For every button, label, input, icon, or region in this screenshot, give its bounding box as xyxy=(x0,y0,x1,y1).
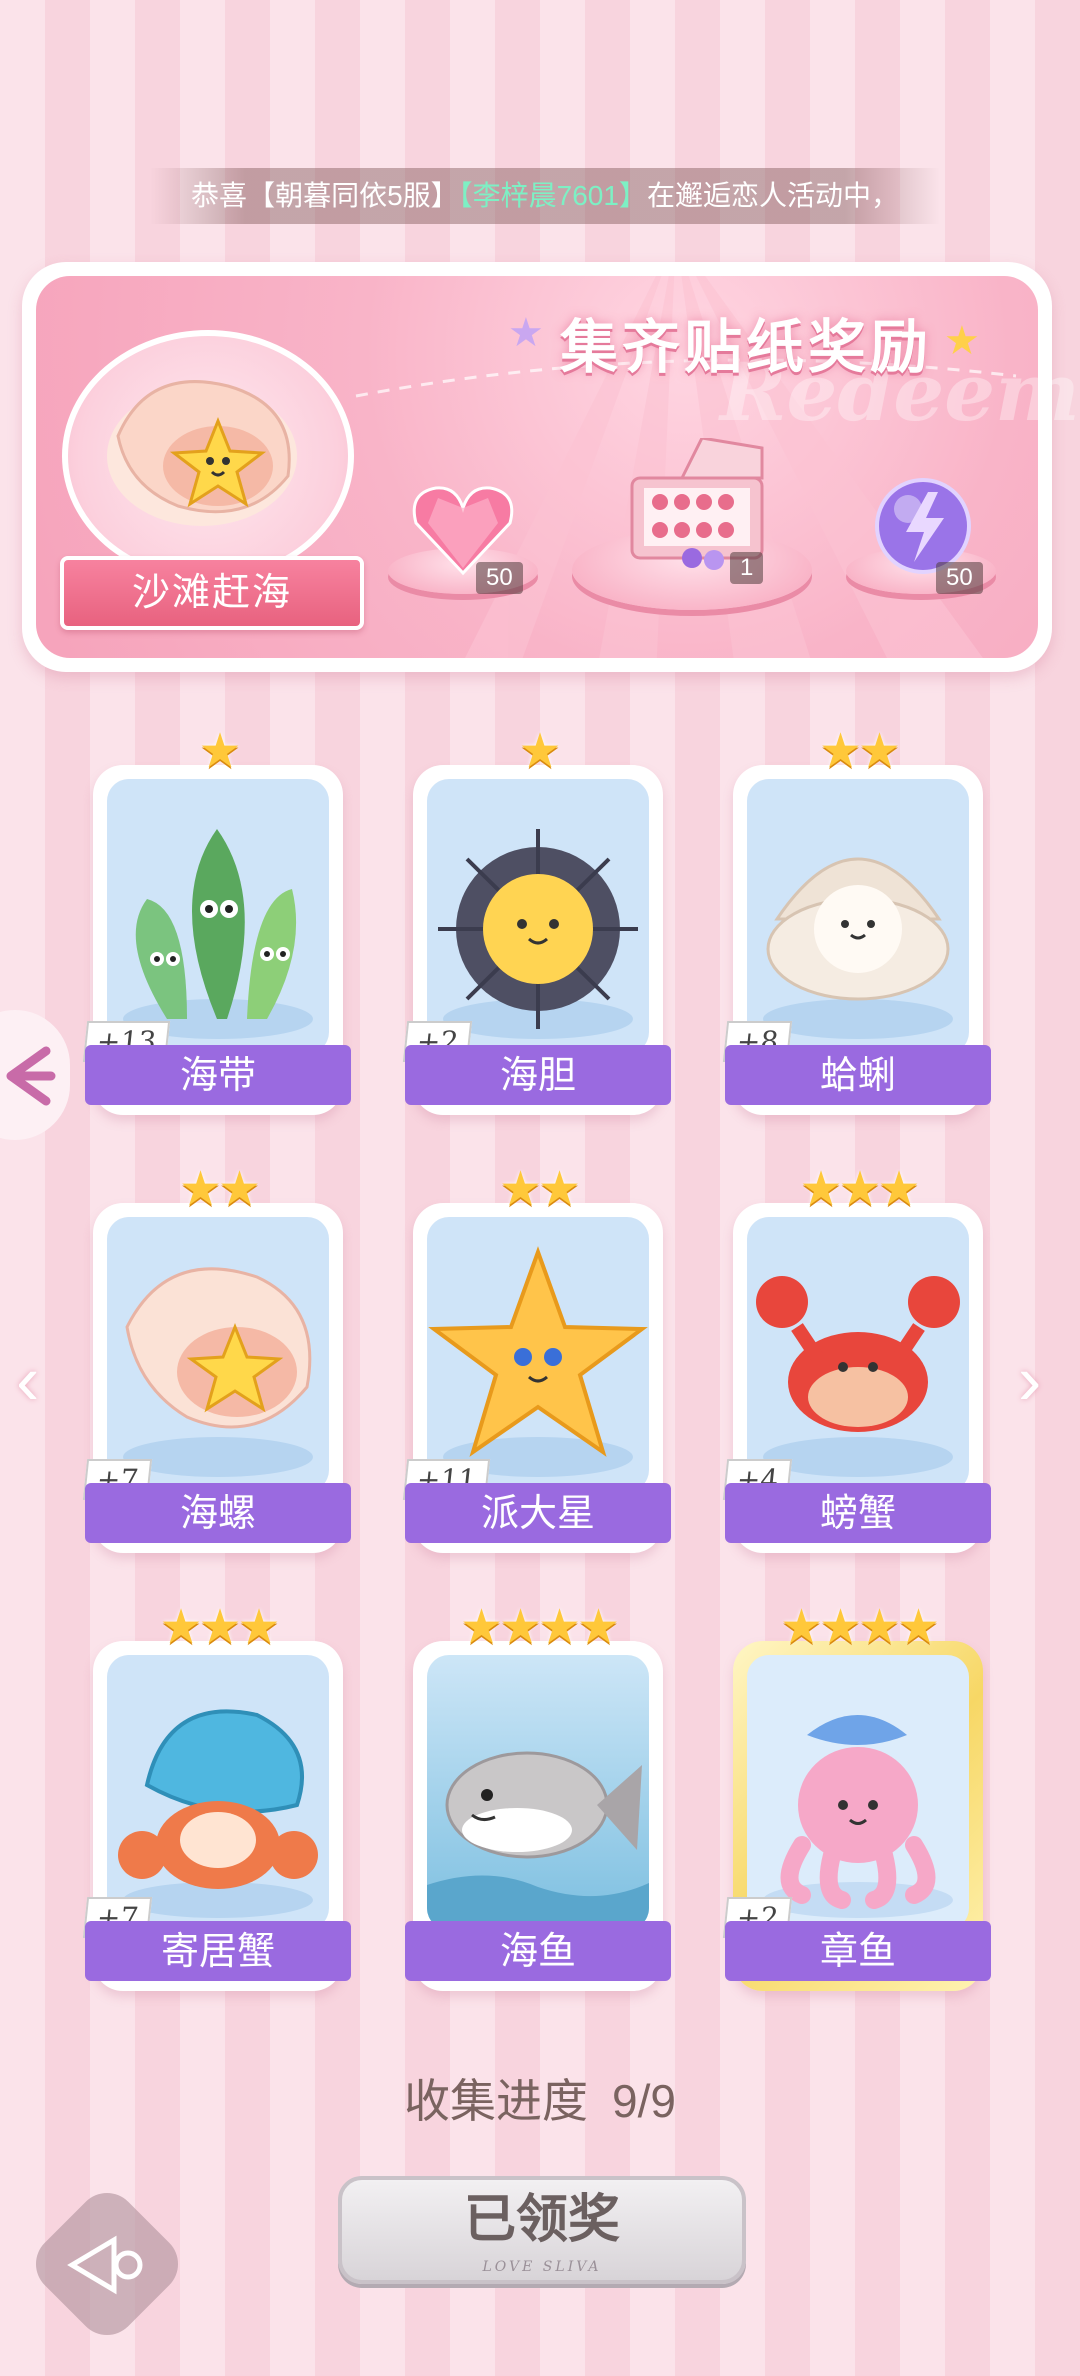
sticker-card[interactable]: ★ +13 海带 xyxy=(82,725,351,1115)
card-art xyxy=(107,1217,329,1492)
card-art xyxy=(427,1655,649,1930)
octopus-icon xyxy=(763,1715,953,1918)
sticker-card[interactable]: ★★ +11 派大星 xyxy=(402,1163,671,1553)
sea-urchin-icon xyxy=(438,829,638,1039)
reward-count: 50 xyxy=(476,562,523,594)
card-art xyxy=(747,1655,969,1930)
banner-title: 集齐贴纸奖励 xyxy=(560,315,933,380)
progress-value: 9/9 xyxy=(612,2075,676,2127)
card-art xyxy=(747,1217,969,1492)
rarity-stars: ★ xyxy=(518,725,561,778)
set-emblem-frame xyxy=(62,330,354,582)
sticker-card[interactable]: ★★★ +7 寄居蟹 xyxy=(82,1601,351,1991)
card-label: 寄居蟹 xyxy=(85,1921,351,1981)
claimed-label: 已领奖 xyxy=(463,2189,620,2250)
side-menu-tab[interactable] xyxy=(0,1010,70,1140)
card-art xyxy=(747,779,969,1054)
sticker-card[interactable]: ★★★★ +2 章鱼 xyxy=(722,1601,991,1991)
card-label: 海胆 xyxy=(405,1045,671,1105)
next-page-arrow[interactable]: › xyxy=(1018,1340,1041,1420)
collection-progress: 收集进度 9/9 xyxy=(0,2065,1080,2131)
rarity-stars: ★★ xyxy=(818,725,901,778)
card-art xyxy=(107,1655,329,1930)
progress-label: 收集进度 xyxy=(404,2075,589,2127)
set-name-ribbon: 沙滩赶海 xyxy=(60,556,364,630)
conch-icon xyxy=(123,1267,313,1477)
card-label: 海鱼 xyxy=(405,1921,671,1981)
conch-shell-icon xyxy=(107,380,297,526)
rarity-stars: ★★★ xyxy=(159,1601,280,1654)
marquee-prefix: 恭喜 xyxy=(191,180,248,211)
sticker-card[interactable]: ★ +2 海胆 xyxy=(402,725,671,1115)
prev-page-arrow[interactable]: ‹ xyxy=(16,1340,39,1420)
card-label: 螃蟹 xyxy=(725,1483,991,1543)
clam-icon xyxy=(763,857,953,1039)
reward-count: 50 xyxy=(936,562,983,594)
sticker-card[interactable]: ★★★★ 海鱼 xyxy=(405,1601,671,1991)
card-label: 海带 xyxy=(85,1045,351,1105)
kelp-icon xyxy=(123,829,313,1039)
rarity-stars: ★★ xyxy=(178,1163,261,1216)
sticker-card[interactable]: ★★ +8 蛤蜊 xyxy=(722,725,991,1115)
announcement-marquee: 恭喜【朝暮同依5服】【李梓晨7601】在邂逅恋人活动中， xyxy=(150,168,940,224)
card-art xyxy=(427,1217,649,1492)
rarity-stars: ★★ xyxy=(498,1163,581,1216)
card-art xyxy=(427,779,649,1054)
star-icon: ★ xyxy=(944,319,980,363)
rarity-stars: ★★★ xyxy=(799,1163,920,1216)
hermit-crab-icon xyxy=(118,1709,318,1918)
fan-icon xyxy=(6,1046,56,1106)
marquee-suffix: 在邂逅恋人活动中， xyxy=(646,180,899,211)
sticker-card[interactable]: ★★★ +4 螃蟹 xyxy=(722,1163,991,1553)
sticker-card[interactable]: ★★ +7 海螺 xyxy=(82,1163,351,1553)
rarity-stars: ★ xyxy=(198,725,241,778)
rarity-stars: ★★★★ xyxy=(459,1601,620,1654)
claimed-button[interactable]: 已领奖 LOVE SLIVA xyxy=(338,2176,746,2284)
card-art xyxy=(107,779,329,1054)
reward-count: 1 xyxy=(730,552,764,584)
rarity-stars: ★★★★ xyxy=(779,1601,940,1654)
starfish-icon xyxy=(428,1246,648,1477)
crab-icon xyxy=(756,1276,960,1477)
marquee-server: 【朝暮同依5服】 xyxy=(247,180,459,211)
card-label: 派大星 xyxy=(405,1483,671,1543)
star-icon: ★ xyxy=(508,311,544,355)
fish-icon xyxy=(427,1751,649,1930)
marquee-player: 【李梓晨7601】 xyxy=(458,180,647,211)
card-label: 蛤蜊 xyxy=(725,1045,991,1105)
claimed-sublabel: LOVE SLIVA xyxy=(482,2259,602,2275)
energy-orb-icon[interactable] xyxy=(868,474,978,574)
card-label: 章鱼 xyxy=(725,1921,991,1981)
back-arrow-icon xyxy=(67,2235,143,2295)
card-label: 海螺 xyxy=(85,1483,351,1543)
